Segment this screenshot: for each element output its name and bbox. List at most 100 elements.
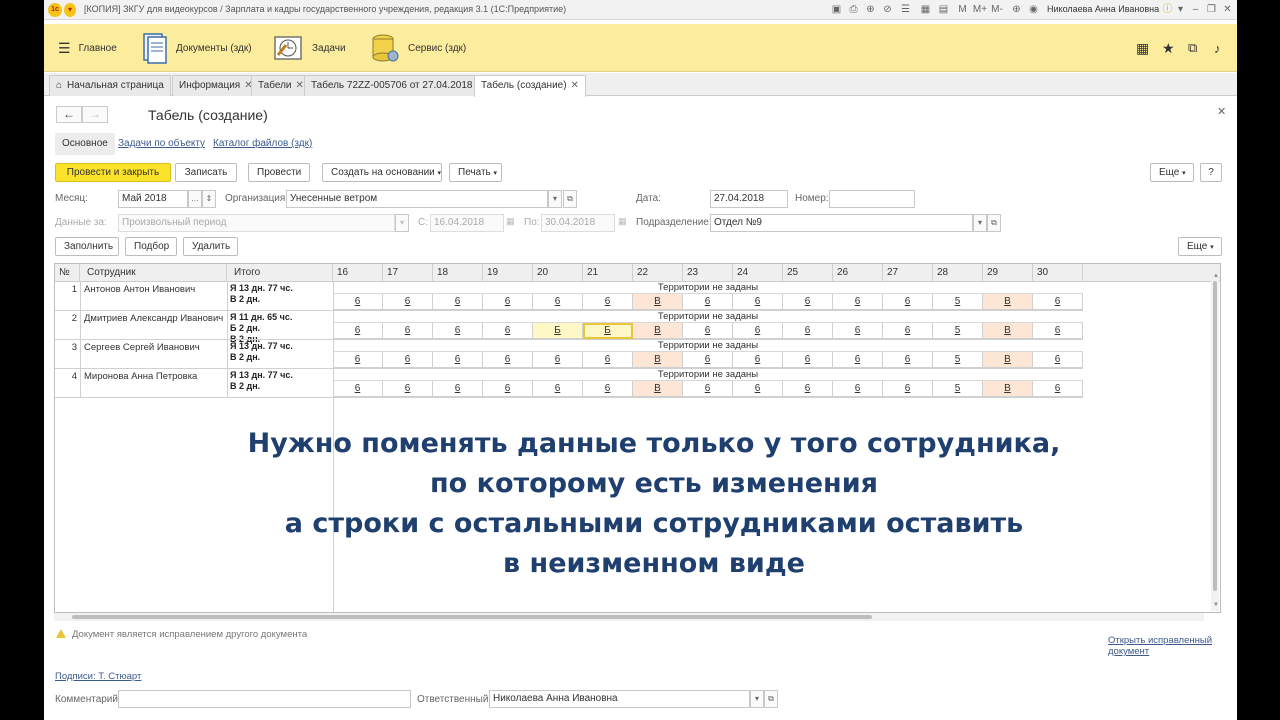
day-cell[interactable]: В xyxy=(633,352,683,368)
to-date-field[interactable]: 30.04.2018 xyxy=(541,214,615,232)
nav-tasks[interactable]: Задачи xyxy=(272,24,346,72)
close-window-icon[interactable]: ✕ xyxy=(1221,3,1234,16)
nav-documents[interactable]: Документы (здк) xyxy=(140,24,252,72)
day-cell[interactable]: 6 xyxy=(833,323,883,339)
day-cell[interactable]: 6 xyxy=(383,294,433,310)
day-cell[interactable]: 6 xyxy=(383,323,433,339)
day-cell[interactable]: 6 xyxy=(1033,352,1083,368)
signatures-link[interactable]: Подписи: Т. Стюарт xyxy=(55,671,141,682)
memory-m-button[interactable]: M xyxy=(956,3,969,16)
day-cell[interactable]: 6 xyxy=(583,352,633,368)
header-day[interactable]: 22 xyxy=(633,264,683,282)
subtab-files[interactable]: Каталог файлов (здк) xyxy=(213,133,312,155)
day-cell[interactable]: Б xyxy=(583,323,633,339)
organization-field[interactable]: Унесенные ветром xyxy=(286,190,548,208)
day-cell[interactable]: 5 xyxy=(933,294,983,310)
header-day[interactable]: 16 xyxy=(333,264,383,282)
day-cell[interactable]: 6 xyxy=(683,352,733,368)
notifications-bell-icon[interactable]: ♪ xyxy=(1214,24,1221,72)
header-employee[interactable]: Сотрудник xyxy=(80,264,227,282)
post-and-close-button[interactable]: Провести и закрыть xyxy=(55,163,171,182)
vertical-scroll-thumb[interactable] xyxy=(1213,281,1217,591)
zoom-icon[interactable]: ⊕ xyxy=(1010,3,1023,16)
tab-information[interactable]: Информация ✕ xyxy=(172,75,260,96)
current-user[interactable]: Николаева Анна Ивановна xyxy=(1047,4,1159,14)
history-clock-icon[interactable]: ⧉ xyxy=(1188,24,1197,72)
day-cell[interactable]: 6 xyxy=(433,323,483,339)
calculator-icon[interactable]: ▤ xyxy=(937,3,950,16)
more-button[interactable]: Еще ▾ xyxy=(1150,163,1194,182)
dept-open-icon[interactable]: ⧉ xyxy=(987,214,1001,232)
day-cell[interactable]: В xyxy=(983,294,1033,310)
day-cell[interactable]: 6 xyxy=(683,294,733,310)
open-corrected-link[interactable]: Открыть исправленный документ xyxy=(1108,635,1218,657)
day-cell[interactable]: 5 xyxy=(933,323,983,339)
fill-button[interactable]: Заполнить xyxy=(55,237,119,256)
horizontal-scroll-thumb[interactable] xyxy=(72,615,872,619)
day-cell[interactable]: В xyxy=(633,323,683,339)
day-cell[interactable]: В xyxy=(983,381,1033,397)
header-day[interactable]: 21 xyxy=(583,264,633,282)
tab-home[interactable]: ⌂ Начальная страница xyxy=(49,75,171,96)
day-cell[interactable]: 6 xyxy=(483,323,533,339)
day-cell[interactable]: В xyxy=(633,381,683,397)
day-cell[interactable]: 6 xyxy=(733,294,783,310)
day-cell[interactable]: 6 xyxy=(883,352,933,368)
memory-minus-button[interactable]: M- xyxy=(989,3,1005,16)
day-cell[interactable]: 6 xyxy=(333,381,383,397)
minimize-icon[interactable]: – xyxy=(1189,3,1202,16)
responsible-field[interactable]: Николаева Анна Ивановна xyxy=(489,690,750,708)
header-total[interactable]: Итого xyxy=(227,264,333,282)
header-day[interactable]: 20 xyxy=(533,264,583,282)
close-form-icon[interactable]: ✕ xyxy=(1217,105,1226,118)
day-cell[interactable]: 6 xyxy=(333,294,383,310)
header-day[interactable]: 23 xyxy=(683,264,733,282)
day-cell[interactable]: 6 xyxy=(833,294,883,310)
comment-field[interactable] xyxy=(118,690,411,708)
restore-icon[interactable]: ❐ xyxy=(1205,3,1218,16)
vertical-scrollbar[interactable] xyxy=(1211,281,1219,611)
day-cell[interactable]: 6 xyxy=(783,323,833,339)
day-cell[interactable]: В xyxy=(983,323,1033,339)
day-cell[interactable]: 6 xyxy=(433,352,483,368)
save-icon[interactable]: ▣ xyxy=(830,3,843,16)
day-cell[interactable]: 6 xyxy=(583,381,633,397)
day-cell[interactable]: 6 xyxy=(833,352,883,368)
month-field[interactable]: Май 2018 xyxy=(118,190,188,208)
header-day[interactable]: 19 xyxy=(483,264,533,282)
day-cell[interactable]: 6 xyxy=(733,381,783,397)
employee-name[interactable]: Дмитриев Александр Иванович xyxy=(84,313,223,324)
header-day[interactable]: 26 xyxy=(833,264,883,282)
day-cell[interactable]: 6 xyxy=(583,294,633,310)
day-cell[interactable]: 6 xyxy=(883,381,933,397)
save-button[interactable]: Записать xyxy=(175,163,237,182)
user-icon[interactable]: ◉ xyxy=(1027,3,1040,16)
print-button[interactable]: Печать ▾ xyxy=(449,163,502,182)
main-menu-icon[interactable]: ▾ xyxy=(64,3,76,17)
day-cell[interactable]: 5 xyxy=(933,381,983,397)
org-dropdown-icon[interactable]: ▾ xyxy=(548,190,562,208)
day-cell[interactable]: 6 xyxy=(1033,294,1083,310)
tab-timesheet-new[interactable]: Табель (создание) ✕ xyxy=(474,75,586,97)
header-day[interactable]: 24 xyxy=(733,264,783,282)
header-day[interactable]: 25 xyxy=(783,264,833,282)
attach-icon[interactable]: ⊕ xyxy=(864,3,877,16)
subtab-tasks[interactable]: Задачи по объекту xyxy=(118,133,205,155)
day-cell[interactable]: 6 xyxy=(733,323,783,339)
create-based-on-button[interactable]: Создать на основании ▾ xyxy=(322,163,442,182)
day-cell[interactable]: 6 xyxy=(383,381,433,397)
favorites-star-icon[interactable]: ★ xyxy=(1162,24,1175,72)
horizontal-scrollbar[interactable] xyxy=(54,613,1204,621)
day-cell[interactable]: 6 xyxy=(883,294,933,310)
data-for-field[interactable]: Произвольный период xyxy=(118,214,395,232)
department-field[interactable]: Отдел №9 xyxy=(710,214,973,232)
day-cell[interactable]: 6 xyxy=(883,323,933,339)
day-cell[interactable]: 6 xyxy=(683,323,733,339)
post-button[interactable]: Провести xyxy=(248,163,310,182)
header-day[interactable]: 27 xyxy=(883,264,933,282)
history-icon[interactable]: ☰ xyxy=(899,3,912,16)
employee-name[interactable]: Сергеев Сергей Иванович xyxy=(84,342,200,353)
day-cell[interactable]: 5 xyxy=(933,352,983,368)
info-icon[interactable]: ⓘ xyxy=(1161,3,1174,16)
day-cell[interactable]: 6 xyxy=(333,352,383,368)
